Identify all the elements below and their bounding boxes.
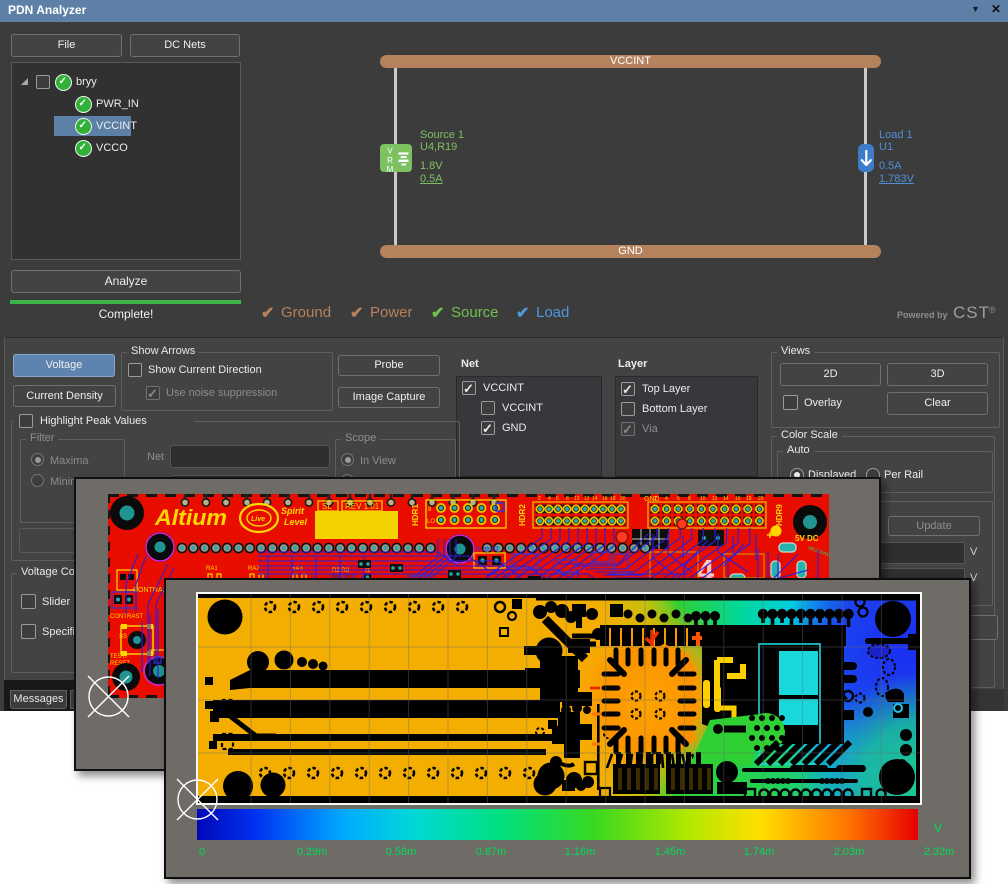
svg-text:RA1: RA1 [206, 566, 218, 572]
svg-text:RA3: RA3 [291, 566, 303, 572]
svg-text:R: R [387, 156, 393, 165]
svg-text:6: 6 [556, 496, 559, 502]
svg-text:TEST/: TEST/ [110, 654, 127, 660]
svg-text:8: 8 [688, 496, 691, 502]
svg-text:12: 12 [712, 496, 718, 502]
svg-text:5V DC: 5V DC [795, 534, 819, 543]
svg-text:10: 10 [574, 496, 580, 502]
svg-text:HDR2: HDR2 [518, 504, 527, 526]
svg-text:HDR9: HDR9 [775, 504, 784, 526]
svg-text:HDR1: HDR1 [411, 504, 420, 526]
svg-text:Altium: Altium [154, 505, 227, 530]
svg-text:20: 20 [758, 496, 764, 502]
svg-text:18: 18 [610, 496, 616, 502]
svg-text:12: 12 [584, 496, 590, 502]
svg-text:16: 16 [602, 496, 608, 502]
svg-text:R2 R3: R2 R3 [332, 568, 350, 574]
svg-text:18: 18 [746, 496, 752, 502]
svg-text:20: 20 [620, 496, 626, 502]
svg-text:M: M [387, 165, 394, 172]
svg-text:Level: Level [284, 517, 308, 527]
svg-text:4: 4 [665, 496, 668, 502]
svg-text:LO: LO [427, 519, 435, 525]
svg-text:16: 16 [735, 496, 741, 502]
svg-text:X axis1: X axis1 [476, 546, 499, 553]
svg-text:CONTRAST: CONTRAST [110, 614, 143, 620]
svg-text:REV 1.01: REV 1.01 [345, 502, 380, 511]
svg-text:SL: SL [322, 502, 332, 511]
svg-text:Live: Live [251, 516, 265, 523]
svg-text:14: 14 [592, 496, 598, 502]
svg-text:2: 2 [538, 496, 541, 502]
svg-text:2: 2 [654, 496, 657, 502]
svg-text:10: 10 [700, 496, 706, 502]
svg-text:SS: SS [119, 634, 127, 640]
svg-text:14: 14 [723, 496, 729, 502]
svg-text:8: 8 [566, 496, 569, 502]
svg-text:RA2: RA2 [248, 566, 260, 572]
svg-text:V: V [387, 147, 393, 156]
svg-text:Spirit: Spirit [281, 506, 305, 516]
svg-text:4: 4 [548, 496, 551, 502]
svg-text:6: 6 [677, 496, 680, 502]
